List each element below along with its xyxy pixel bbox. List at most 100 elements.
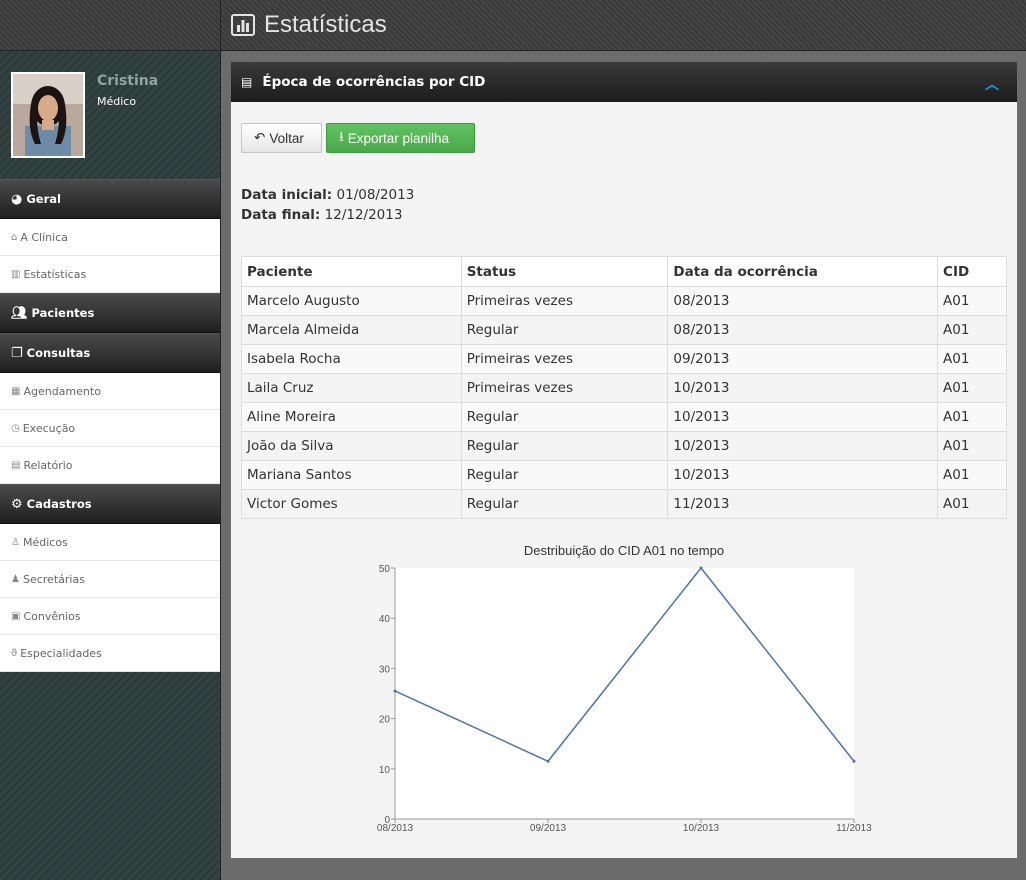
table-cell: A01 — [937, 489, 1007, 519]
data-point — [852, 759, 856, 763]
sidebar-item-label: A Clínica — [20, 230, 68, 244]
export-spreadsheet-button[interactable]: ⭳ Exportar planilha — [326, 123, 475, 153]
bar-chart-icon — [231, 14, 255, 36]
sidebar-item-especialidades[interactable]: ϑ Especialidades — [0, 635, 220, 672]
copy-icon: ❐ — [11, 345, 23, 361]
table-cell: A01 — [937, 286, 1007, 316]
reply-icon: ↶ — [254, 130, 266, 145]
nav-section-label: Cadastros — [26, 497, 92, 511]
user-role: Médico — [97, 95, 137, 108]
user-icon: ♟ — [11, 573, 20, 585]
page-title: Estatísticas — [264, 11, 387, 38]
table-cell: 10/2013 — [667, 402, 939, 432]
table-cell: Aline Moreira — [241, 402, 462, 432]
bar-chart-icon: ▥ — [11, 268, 21, 280]
nav-section-label: Pacientes — [31, 306, 95, 320]
sidebar-item-label: Estatísticas — [23, 267, 87, 281]
sidebar-item-secretarias[interactable]: ♟ Secretárias — [0, 561, 220, 598]
top-bar: Estatísticas — [221, 0, 1026, 51]
sidebar-item-medicos[interactable]: ♙ Médicos — [0, 524, 220, 561]
table-cell: 10/2013 — [667, 460, 939, 490]
table-row: Victor Gomes Regular 11/2013 A01 — [241, 489, 1007, 519]
nav-section-cadastros[interactable]: ⚙ Cadastros — [0, 484, 220, 524]
dashboard-icon: ◕ — [11, 191, 23, 207]
table-cell: Mariana Santos — [241, 460, 462, 490]
x-tick-label: 08/2013 — [377, 823, 414, 834]
x-tick-label: 11/2013 — [836, 823, 872, 834]
plot-area — [395, 568, 854, 819]
table-cell: A01 — [937, 315, 1007, 345]
data-point — [699, 566, 703, 570]
end-date-label: Data final: — [241, 207, 321, 223]
sidebar-item-label: Especialidades — [20, 646, 102, 660]
x-tick-label: 10/2013 — [683, 823, 720, 834]
table-cell: A01 — [937, 373, 1007, 403]
panel-header: ▤ Época de ocorrências por CID ︿ — [231, 62, 1017, 102]
sidebar-item-label: Execução — [22, 421, 76, 435]
calendar-icon: ▦ — [11, 385, 21, 397]
table-cell: Primeiras vezes — [460, 286, 669, 316]
nav-section-pacientes[interactable]: 👥︎ Pacientes — [0, 293, 220, 333]
table-row: Marcela Almeida Regular 08/2013 A01 — [241, 315, 1007, 345]
sidebar-item-convenios[interactable]: ▣ Convênios — [0, 598, 220, 635]
table-cell: Victor Gomes — [241, 489, 462, 519]
start-date: Data inicial: 01/08/2013 — [241, 187, 414, 203]
start-date-label: Data inicial: — [241, 187, 333, 203]
table-cell: Isabela Rocha — [241, 344, 462, 374]
table-cell: Regular — [460, 402, 669, 432]
table-cell: Primeiras vezes — [460, 344, 669, 374]
report-panel: ▤ Época de ocorrências por CID ︿ ↶ Volta… — [231, 62, 1017, 858]
sidebar-item-label: Relatório — [23, 458, 73, 472]
sidebar-item-estatisticas[interactable]: ▥ Estatísticas — [0, 256, 220, 293]
table-cell: Regular — [460, 315, 669, 345]
chevron-up-icon[interactable]: ︿ — [985, 74, 999, 94]
table-row: Laila Cruz Primeiras vezes 10/2013 A01 — [241, 373, 1007, 403]
data-point — [546, 759, 550, 763]
table-cell: 08/2013 — [667, 286, 939, 316]
nav-section-label: Geral — [26, 192, 61, 206]
back-button[interactable]: ↶ Voltar — [241, 123, 322, 153]
home-icon: ⌂ — [11, 231, 18, 243]
chart-canvas: 0102030405008/2013 09/2013 10/2013 11/2013 — [377, 564, 872, 834]
table-cell: 10/2013 — [667, 373, 939, 403]
sidebar-top-bar — [0, 0, 220, 51]
table-cell: João da Silva — [241, 431, 462, 461]
sidebar-item-label: Convênios — [23, 609, 81, 623]
table-cell: 09/2013 — [667, 344, 939, 374]
panel-title: Época de ocorrências por CID — [262, 74, 486, 90]
column-header[interactable]: Paciente — [241, 256, 462, 287]
y-tick-label: 50 — [379, 564, 391, 575]
table-cell: 08/2013 — [667, 315, 939, 345]
column-header[interactable]: Status — [460, 256, 669, 287]
sidebar-item-a-clinica[interactable]: ⌂ A Clínica — [0, 219, 220, 256]
export-button-label: Exportar planilha — [347, 130, 450, 146]
table-cell: A01 — [937, 431, 1007, 461]
sidebar-item-relatorio[interactable]: ▤ Relatório — [0, 447, 220, 484]
nav-section-geral[interactable]: ◕ Geral — [0, 179, 220, 219]
end-date-value: 12/12/2013 — [324, 207, 403, 223]
sidebar-item-label: Médicos — [22, 535, 68, 549]
nav-section-consultas[interactable]: ❐ Consultas — [0, 333, 220, 373]
gear-icon: ⚙ — [11, 496, 23, 512]
column-header[interactable]: CID — [937, 256, 1007, 287]
stethoscope-icon: ϑ — [11, 647, 18, 659]
column-header[interactable]: Data da ocorrência — [667, 256, 939, 287]
avatar[interactable] — [11, 72, 85, 158]
y-tick-label: 30 — [379, 664, 391, 675]
table-cell: Marcelo Augusto — [241, 286, 462, 316]
y-tick-label: 10 — [379, 765, 391, 776]
data-point — [393, 689, 397, 693]
file-icon: ▤ — [11, 459, 21, 471]
y-tick-label: 40 — [379, 614, 391, 625]
sidebar-item-execucao[interactable]: ◷ Execução — [0, 410, 220, 447]
table-row: Mariana Santos Regular 10/2013 A01 — [241, 460, 1007, 490]
clock-icon: ◷ — [11, 422, 20, 434]
table-row: João da Silva Regular 10/2013 A01 — [241, 431, 1007, 461]
sidebar-item-agendamento[interactable]: ▦ Agendamento — [0, 373, 220, 410]
chart-title: Destribuição do CID A01 no tempo — [523, 543, 725, 558]
user-profile: Cristina Médico — [0, 51, 220, 179]
table-cell: Regular — [460, 431, 669, 461]
table-cell: A01 — [937, 344, 1007, 374]
back-button-label: Voltar — [269, 130, 304, 146]
table-cell: Regular — [460, 460, 669, 490]
